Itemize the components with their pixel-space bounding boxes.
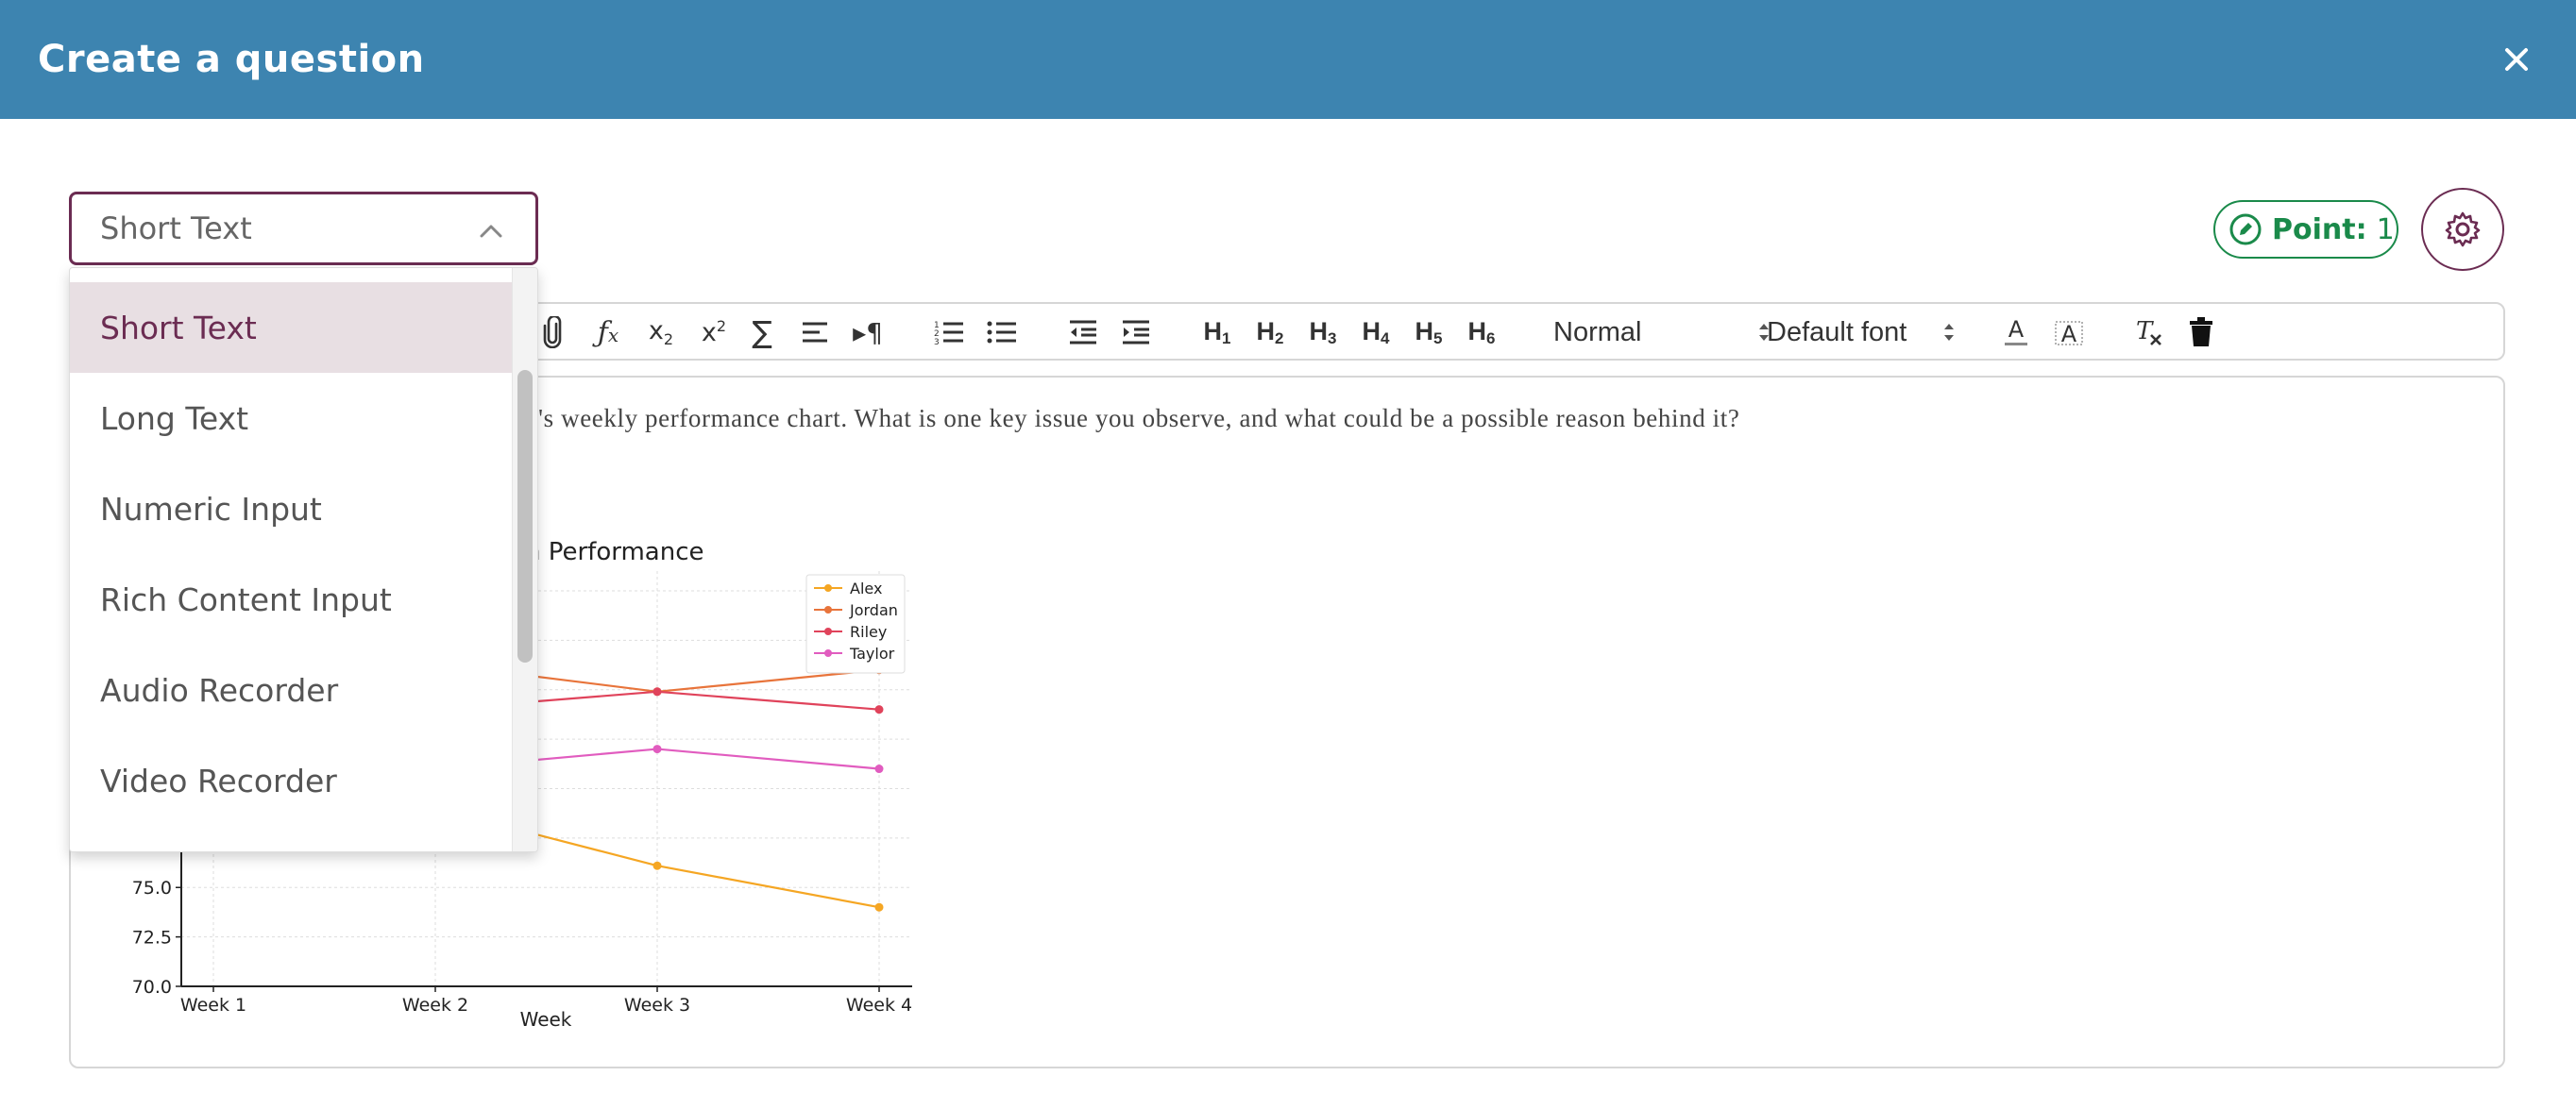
font-value: Default font [1767,316,1907,347]
legend-marker [824,606,832,614]
x-tick-label: Week 1 [180,995,246,1016]
points-label: Point: [2272,212,2367,246]
question-type-option[interactable]: Short Text [70,282,514,373]
ordered-list-button[interactable]: 1 2 3 [930,313,968,351]
legend-marker [824,584,832,592]
legend-marker [824,649,832,657]
svg-text:A: A [2008,316,2025,343]
delete-button[interactable] [2182,313,2220,351]
dropdown-scrollbar-thumb[interactable] [517,370,533,663]
font-color-icon: A [2005,316,2027,345]
data-point-taylor [874,765,884,774]
h5-icon: H5 [1415,316,1443,347]
h3-icon: H3 [1309,316,1337,347]
indent-button[interactable] [1117,313,1155,351]
question-type-option[interactable]: Video Recorder [70,735,514,826]
y-tick-label: 70.0 [132,977,172,998]
formula-icon: ƒx [597,315,619,349]
y-tick-label: 75.0 [132,878,172,899]
bullet-list-button[interactable] [983,313,1021,351]
h2-icon: H2 [1256,316,1284,347]
updown-arrows-icon [1944,324,1954,341]
points-value: 1 [2376,212,2395,246]
legend-marker [824,628,832,635]
heading-4-button[interactable]: H4 [1355,313,1397,351]
background-color-icon: A [2055,321,2083,347]
trash-icon [2190,317,2212,346]
superscript-icon: x2 [701,317,727,347]
data-point-alex [652,861,662,870]
data-point-taylor [652,745,662,754]
modal-title: Create a question [38,38,425,81]
dropdown-scrollbar[interactable] [512,268,537,851]
text-direction-button[interactable]: ▸¶ [849,313,887,351]
subscript-icon: x2 [648,316,674,348]
legend-entry: Jordan [849,601,898,619]
heading-6-button[interactable]: H6 [1461,313,1502,351]
close-icon [2505,48,2528,71]
close-button[interactable] [2495,38,2538,81]
points-badge[interactable]: Point: 1 [2213,200,2398,259]
outdent-icon [1070,320,1096,345]
data-point-alex [874,902,884,912]
svg-text:3: 3 [934,338,940,345]
paperclip-icon [543,316,562,348]
edit-pencil-icon [2229,213,2262,245]
data-point-riley [652,687,662,697]
question-text: am's weekly performance chart. What is o… [506,404,1740,432]
heading-1-button[interactable]: H1 [1196,313,1238,351]
h1-icon: H1 [1203,316,1231,347]
text-style-value: Normal [1553,316,1642,347]
heading-3-button[interactable]: H3 [1302,313,1344,351]
subscript-button[interactable]: x2 [639,313,683,351]
align-left-icon [803,322,827,343]
question-type-dropdown: Short Text Long Text Numeric Input Rich Con… [69,267,538,852]
outdent-button[interactable] [1064,313,1102,351]
question-type-option[interactable]: Long Text [70,373,514,463]
font-select[interactable]: Default font [1767,313,1956,351]
modal-header: Create a question [0,0,2576,119]
chart-legend: Alex Jordan Riley Taylor [805,574,906,674]
svg-text:T: T [2136,317,2154,345]
attach-button[interactable] [534,313,571,351]
x-tick-label: Week 2 [402,995,468,1016]
chart-x-axis-label: Week [520,1008,572,1031]
legend-entry: Alex [850,580,882,597]
ordered-list-icon: 1 2 3 [934,321,963,345]
heading-2-button[interactable]: H2 [1249,313,1291,351]
legend-entry: Riley [850,623,887,641]
sum-button[interactable]: ∑ [743,313,781,351]
clear-format-icon: T [2136,317,2161,345]
formula-button[interactable]: ƒx [586,313,630,351]
text-color-button[interactable]: A [1997,313,2035,351]
align-button[interactable] [796,313,834,351]
bullet-list-icon [987,321,1016,344]
indent-icon [1123,320,1149,345]
chevron-up-icon [480,225,502,238]
sigma-icon: ∑ [752,314,772,350]
clear-format-button[interactable]: T [2129,313,2167,351]
question-type-option[interactable]: Rich Content Input [70,554,514,645]
h4-icon: H4 [1362,316,1390,347]
y-tick-label: 72.5 [132,928,172,949]
x-tick-label: Week 3 [624,995,690,1016]
highlight-color-button[interactable]: A [2050,313,2088,351]
paragraph-direction-icon: ▸¶ [853,316,883,348]
h6-icon: H6 [1467,316,1496,347]
x-tick-label: Week 4 [846,995,912,1016]
data-point-riley [874,705,884,715]
question-type-select[interactable]: Short Text [69,192,538,265]
gear-icon [2445,211,2481,247]
question-type-options: Short Text Long Text Numeric Input Rich Con… [70,268,514,851]
svg-text:A: A [2061,321,2077,347]
superscript-button[interactable]: x2 [692,313,736,351]
legend-entry: Taylor [849,645,895,663]
question-type-option[interactable]: Audio Recorder [70,645,514,735]
question-type-option[interactable]: Numeric Input [70,463,514,554]
question-type-value: Short Text [100,210,252,246]
chart-title: n Performance [525,538,704,566]
text-style-select[interactable]: Normal [1553,313,1789,351]
heading-5-button[interactable]: H5 [1408,313,1449,351]
settings-button[interactable] [2421,188,2504,271]
